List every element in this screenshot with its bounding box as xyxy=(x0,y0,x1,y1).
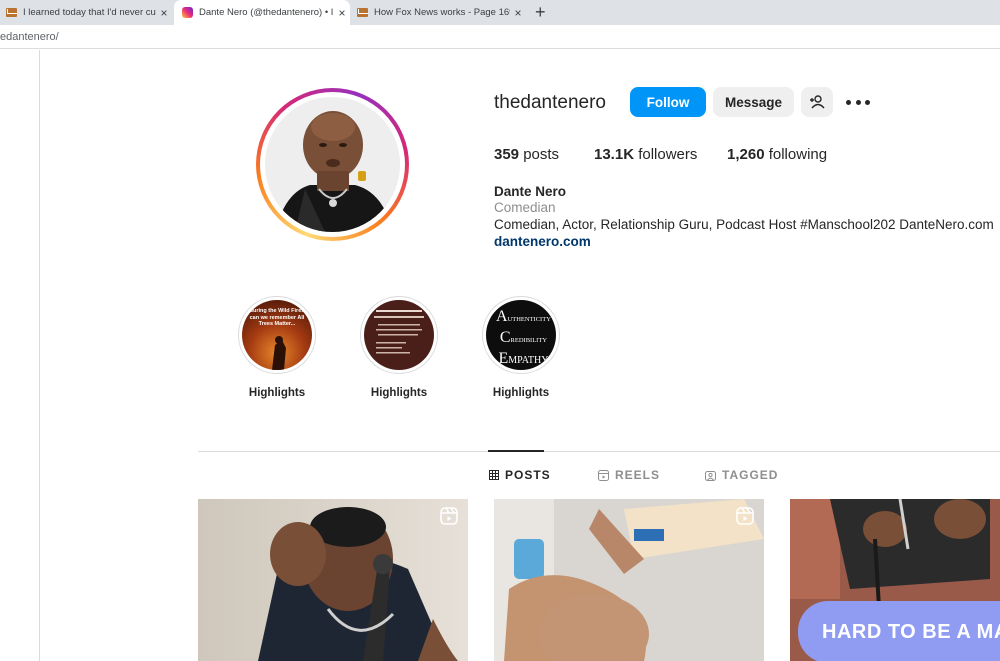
firefighter-illustration xyxy=(272,336,286,370)
following-count-value: 1,260 xyxy=(727,146,765,163)
highlight-ring: AUTHENTICITY CREDIBILITY EMPATHY xyxy=(482,296,560,374)
reels-icon xyxy=(598,469,609,481)
tabs-divider xyxy=(198,451,1000,452)
post-tile[interactable]: HARD TO BE A MA xyxy=(790,499,1000,661)
address-bar[interactable]: edantenero/ xyxy=(0,25,1000,49)
highlight-ring xyxy=(360,296,438,374)
tab-tagged[interactable]: TAGGED xyxy=(705,468,778,482)
tab-reels[interactable]: REELS xyxy=(598,468,660,482)
following-count-label: following xyxy=(768,146,828,163)
tab-label: REELS xyxy=(615,468,661,482)
suggest-user-button[interactable] xyxy=(801,87,833,117)
browser-tab-bar: I learned today that I'd never cut × Dan… xyxy=(0,0,1000,25)
avatar-photo xyxy=(265,97,400,232)
profile-link[interactable]: dantenero.com xyxy=(494,234,591,249)
tab-label: POSTS xyxy=(505,468,551,482)
ace-line-authenticity: AUTHENTICITY xyxy=(496,308,551,329)
close-tab-icon[interactable]: × xyxy=(334,6,350,20)
browser-tab-2[interactable]: Dante Nero (@thedantenero) • In × xyxy=(174,0,350,25)
profile-full-name: Dante Nero xyxy=(494,184,567,199)
tab-title: How Fox News works - Page 169 xyxy=(374,7,510,18)
profile-avatar[interactable] xyxy=(256,88,409,241)
highlight-cover: AUTHENTICITY CREDIBILITY EMPATHY xyxy=(486,300,556,370)
more-options-icon[interactable] xyxy=(846,95,870,109)
mail-icon xyxy=(6,8,17,17)
tagged-icon xyxy=(705,470,716,481)
followers-count-value: 13.1K xyxy=(594,146,635,163)
highlight-ring: during the Wild Fires can we remember Al… xyxy=(238,296,316,374)
avatar-border xyxy=(260,92,405,237)
ace-line-credibility: CREDIBILITY xyxy=(496,329,551,350)
posts-count: 359 posts xyxy=(494,146,559,163)
highlight-1[interactable]: during the Wild Fires can we remember Al… xyxy=(237,296,317,399)
highlight-cover: during the Wild Fires can we remember Al… xyxy=(242,300,312,370)
ace-initial: A xyxy=(496,308,508,325)
post-tile[interactable] xyxy=(494,499,764,661)
ace-initial: C xyxy=(499,329,511,346)
posts-count-label: posts xyxy=(523,146,560,163)
message-button[interactable]: Message xyxy=(713,87,794,117)
text-lines-graphic xyxy=(374,310,424,354)
add-user-icon xyxy=(810,95,825,109)
reel-badge-icon xyxy=(440,507,458,525)
highlight-label: Highlights xyxy=(370,387,428,399)
close-tab-icon[interactable]: × xyxy=(510,6,526,20)
ace-word: UTHENTICITY xyxy=(507,316,551,323)
address-text[interactable]: edantenero/ xyxy=(0,31,59,43)
tab-label: TAGGED xyxy=(722,468,779,482)
left-sidebar xyxy=(0,50,40,661)
following-count[interactable]: 1,260 following xyxy=(727,146,827,163)
instagram-icon xyxy=(182,7,193,18)
post-image xyxy=(198,499,468,661)
posts-count-value: 359 xyxy=(494,146,520,163)
profile-username: thedantenero xyxy=(494,92,606,113)
profile-category: Comedian xyxy=(494,200,556,215)
follow-button[interactable]: Follow xyxy=(630,87,706,117)
avatar-illustration xyxy=(265,97,400,232)
highlight-label: Highlights xyxy=(492,387,550,399)
highlight-label: Highlights xyxy=(248,387,306,399)
highlight-cover xyxy=(364,300,434,370)
followers-count-label: followers xyxy=(638,146,698,163)
ace-initial: E xyxy=(498,350,509,367)
tab-posts[interactable]: POSTS xyxy=(489,468,551,482)
reel-badge-icon xyxy=(736,507,754,525)
tab-title: Dante Nero (@thedantenero) • In xyxy=(199,7,334,18)
ace-word: REDIBILITY xyxy=(510,337,548,344)
new-tab-button[interactable]: + xyxy=(535,2,546,23)
tab-title: I learned today that I'd never cut xyxy=(23,7,156,18)
browser-tab-3[interactable]: How Fox News works - Page 169 × xyxy=(352,0,526,25)
post-image xyxy=(494,499,764,661)
close-tab-icon[interactable]: × xyxy=(156,6,172,20)
post-tile[interactable] xyxy=(198,499,468,661)
active-tab-indicator xyxy=(488,450,544,452)
highlight-2[interactable]: Highlights xyxy=(359,296,439,399)
mail-icon xyxy=(357,8,368,17)
post-overlay-banner: HARD TO BE A MA xyxy=(798,601,1000,661)
grid-icon xyxy=(489,470,499,480)
highlight-3[interactable]: AUTHENTICITY CREDIBILITY EMPATHY Highlig… xyxy=(481,296,561,399)
followers-count[interactable]: 13.1K followers xyxy=(594,146,697,163)
ace-line-empathy: EMPATHY xyxy=(496,350,551,370)
browser-tab-1[interactable]: I learned today that I'd never cut × xyxy=(0,0,172,25)
profile-bio: Comedian, Actor, Relationship Guru, Podc… xyxy=(494,217,994,232)
ace-word: MPATHY xyxy=(508,355,549,366)
